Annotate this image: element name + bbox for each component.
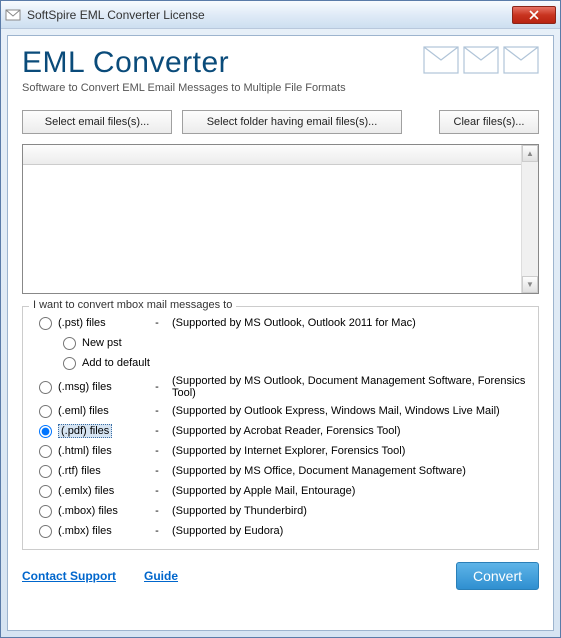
file-list[interactable]: ▲ ▼	[22, 144, 539, 294]
option-dash: -	[142, 445, 172, 457]
option-dash: -	[142, 425, 172, 437]
option-pst-new: New pst	[31, 333, 530, 353]
option-dash: -	[142, 317, 172, 329]
option-label: (.eml) files	[58, 405, 142, 417]
option-desc: (Supported by Eudora)	[172, 525, 530, 537]
convert-button[interactable]: Convert	[456, 562, 539, 590]
option-desc: (Supported by Acrobat Reader, Forensics …	[172, 425, 530, 437]
option-desc: (Supported by MS Outlook, Document Manag…	[172, 375, 530, 399]
option-label: (.rtf) files	[58, 465, 142, 477]
toolbar: Select email files(s)... Select folder h…	[8, 100, 553, 140]
radio-add-default[interactable]	[63, 357, 76, 370]
option-msg: (.msg) files - (Supported by MS Outlook,…	[31, 373, 530, 401]
option-emlx: (.emlx) files - (Supported by Apple Mail…	[31, 481, 530, 501]
option-dash: -	[142, 405, 172, 417]
scroll-up-arrow[interactable]: ▲	[522, 145, 538, 162]
contact-support-link[interactable]: Contact Support	[22, 569, 116, 583]
option-desc: (Supported by MS Outlook, Outlook 2011 f…	[172, 317, 530, 329]
option-label: (.html) files	[58, 445, 142, 457]
option-label: (.pst) files	[58, 317, 142, 329]
radio-rtf[interactable]	[39, 465, 52, 478]
radio-pdf[interactable]	[39, 425, 52, 438]
titlebar: SoftSpire EML Converter License	[1, 1, 560, 29]
group-label: I want to convert mbox mail messages to	[29, 299, 236, 311]
guide-link[interactable]: Guide	[144, 569, 178, 583]
radio-eml[interactable]	[39, 405, 52, 418]
radio-new-pst[interactable]	[63, 337, 76, 350]
option-desc: (Supported by Outlook Express, Windows M…	[172, 405, 530, 417]
select-folder-button[interactable]: Select folder having email files(s)...	[182, 110, 402, 134]
option-dash: -	[142, 465, 172, 477]
radio-emlx[interactable]	[39, 485, 52, 498]
close-button[interactable]	[512, 6, 556, 24]
radio-mbox[interactable]	[39, 505, 52, 518]
option-dash: -	[142, 485, 172, 497]
scrollbar[interactable]: ▲ ▼	[521, 145, 538, 293]
select-email-files-button[interactable]: Select email files(s)...	[22, 110, 172, 134]
close-icon	[529, 10, 539, 20]
radio-msg[interactable]	[39, 381, 52, 394]
envelope-icon	[463, 46, 499, 74]
option-eml: (.eml) files - (Supported by Outlook Exp…	[31, 401, 530, 421]
option-mbox: (.mbox) files - (Supported by Thunderbir…	[31, 501, 530, 521]
app-subtitle: Software to Convert EML Email Messages t…	[22, 82, 539, 94]
option-desc: (Supported by Thunderbird)	[172, 505, 530, 517]
option-label: (.msg) files	[58, 381, 142, 393]
option-desc: (Supported by MS Office, Document Manage…	[172, 465, 530, 477]
option-pst-add: Add to default	[31, 353, 530, 373]
option-pst: (.pst) files - (Supported by MS Outlook,…	[31, 313, 530, 333]
content-area: EML Converter Software to Convert EML Em…	[7, 35, 554, 631]
app-icon	[5, 7, 21, 23]
option-dash: -	[142, 381, 172, 393]
envelope-icon	[423, 46, 459, 74]
option-dash: -	[142, 525, 172, 537]
footer: Contact Support Guide Convert	[8, 554, 553, 600]
option-label: (.pdf) files	[58, 425, 142, 437]
option-html: (.html) files - (Supported by Internet E…	[31, 441, 530, 461]
option-mbx: (.mbx) files - (Supported by Eudora)	[31, 521, 530, 541]
option-label: (.mbox) files	[58, 505, 142, 517]
option-label: (.emlx) files	[58, 485, 142, 497]
format-options-group: I want to convert mbox mail messages to …	[22, 306, 539, 550]
option-label: (.mbx) files	[58, 525, 142, 537]
option-dash: -	[142, 505, 172, 517]
app-window: SoftSpire EML Converter License EML Conv…	[0, 0, 561, 638]
option-label: Add to default	[82, 357, 150, 369]
clear-files-button[interactable]: Clear files(s)...	[439, 110, 539, 134]
radio-html[interactable]	[39, 445, 52, 458]
option-desc: (Supported by Internet Explorer, Forensi…	[172, 445, 530, 457]
header: EML Converter Software to Convert EML Em…	[8, 36, 553, 100]
file-list-header	[23, 145, 538, 165]
option-pdf: (.pdf) files - (Supported by Acrobat Rea…	[31, 421, 530, 441]
window-title: SoftSpire EML Converter License	[27, 8, 512, 22]
radio-pst[interactable]	[39, 317, 52, 330]
scroll-down-arrow[interactable]: ▼	[522, 276, 538, 293]
radio-mbx[interactable]	[39, 525, 52, 538]
envelope-decoration	[423, 46, 539, 74]
option-label: New pst	[82, 337, 122, 349]
option-rtf: (.rtf) files - (Supported by MS Office, …	[31, 461, 530, 481]
option-desc: (Supported by Apple Mail, Entourage)	[172, 485, 530, 497]
envelope-icon	[503, 46, 539, 74]
